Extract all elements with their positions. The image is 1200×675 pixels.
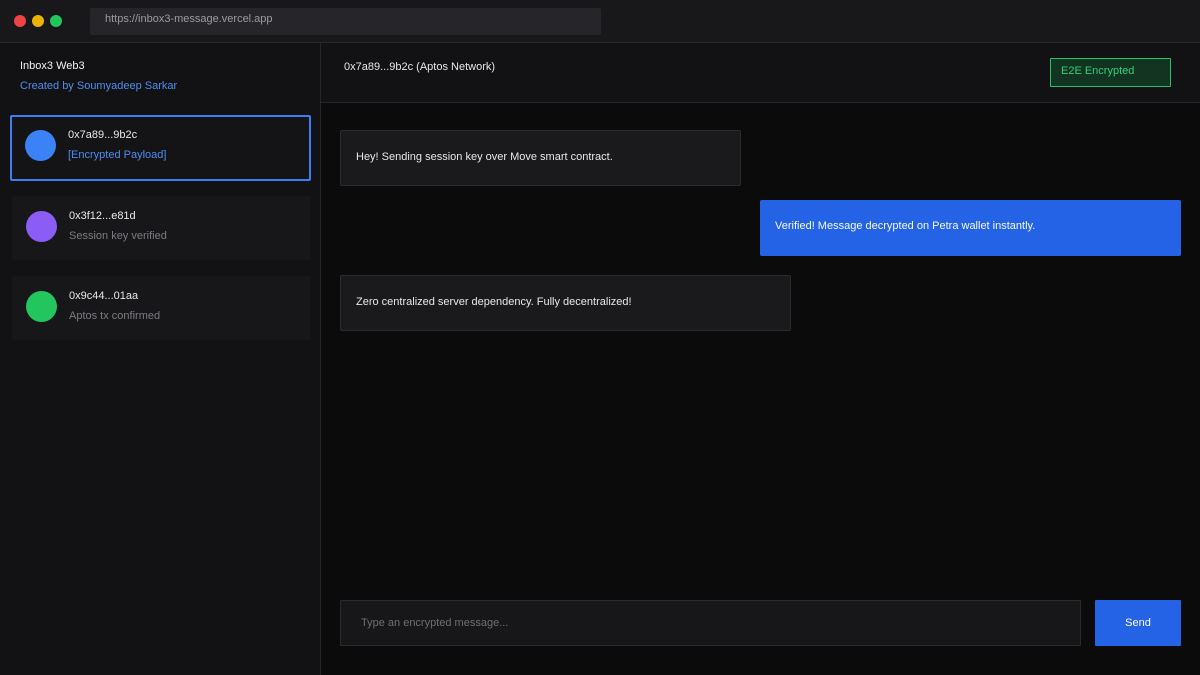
contact-item-0x9c44[interactable]: 0x9c44...01aa Aptos tx confirmed bbox=[12, 276, 310, 340]
contact-preview: [Encrypted Payload] bbox=[68, 149, 167, 161]
contact-address: 0x7a89...9b2c bbox=[68, 129, 138, 141]
contact-preview: Aptos tx confirmed bbox=[69, 310, 161, 322]
message-incoming: Hey! Sending session key over Move smart… bbox=[340, 130, 741, 186]
address-bar[interactable]: https://inbox3-message.vercel.app bbox=[90, 8, 601, 35]
browser-chrome: https://inbox3-message.vercel.app bbox=[0, 0, 1200, 43]
encryption-badge: E2E Encrypted bbox=[1050, 58, 1171, 87]
avatar bbox=[25, 130, 56, 161]
maximize-window-dot[interactable] bbox=[50, 15, 62, 27]
chat-header: 0x7a89...9b2c (Aptos Network) E2E Encryp… bbox=[321, 43, 1200, 103]
app-credit: Created by Soumyadeep Sarkar bbox=[20, 80, 178, 92]
app-title: Inbox3 Web3 bbox=[20, 60, 85, 72]
chat-title: 0x7a89...9b2c (Aptos Network) bbox=[344, 61, 496, 73]
minimize-window-dot[interactable] bbox=[32, 15, 44, 27]
message-input[interactable] bbox=[340, 600, 1081, 646]
contact-preview: Session key verified bbox=[69, 230, 167, 242]
message-incoming: Zero centralized server dependency. Full… bbox=[340, 275, 791, 331]
close-window-dot[interactable] bbox=[14, 15, 26, 27]
contact-address: 0x3f12...e81d bbox=[69, 210, 136, 222]
contact-item-0x7a89[interactable]: 0x7a89...9b2c [Encrypted Payload] bbox=[10, 115, 311, 181]
message-outgoing: Verified! Message decrypted on Petra wal… bbox=[760, 200, 1181, 256]
avatar bbox=[26, 211, 57, 242]
contact-address: 0x9c44...01aa bbox=[69, 290, 139, 302]
send-button[interactable]: Send bbox=[1095, 600, 1181, 646]
sidebar: Inbox3 Web3 Created by Soumyadeep Sarkar… bbox=[0, 43, 321, 675]
app-window: https://inbox3-message.vercel.app Inbox3… bbox=[0, 0, 1200, 675]
contact-item-0x3f12[interactable]: 0x3f12...e81d Session key verified bbox=[12, 196, 310, 260]
avatar bbox=[26, 291, 57, 322]
